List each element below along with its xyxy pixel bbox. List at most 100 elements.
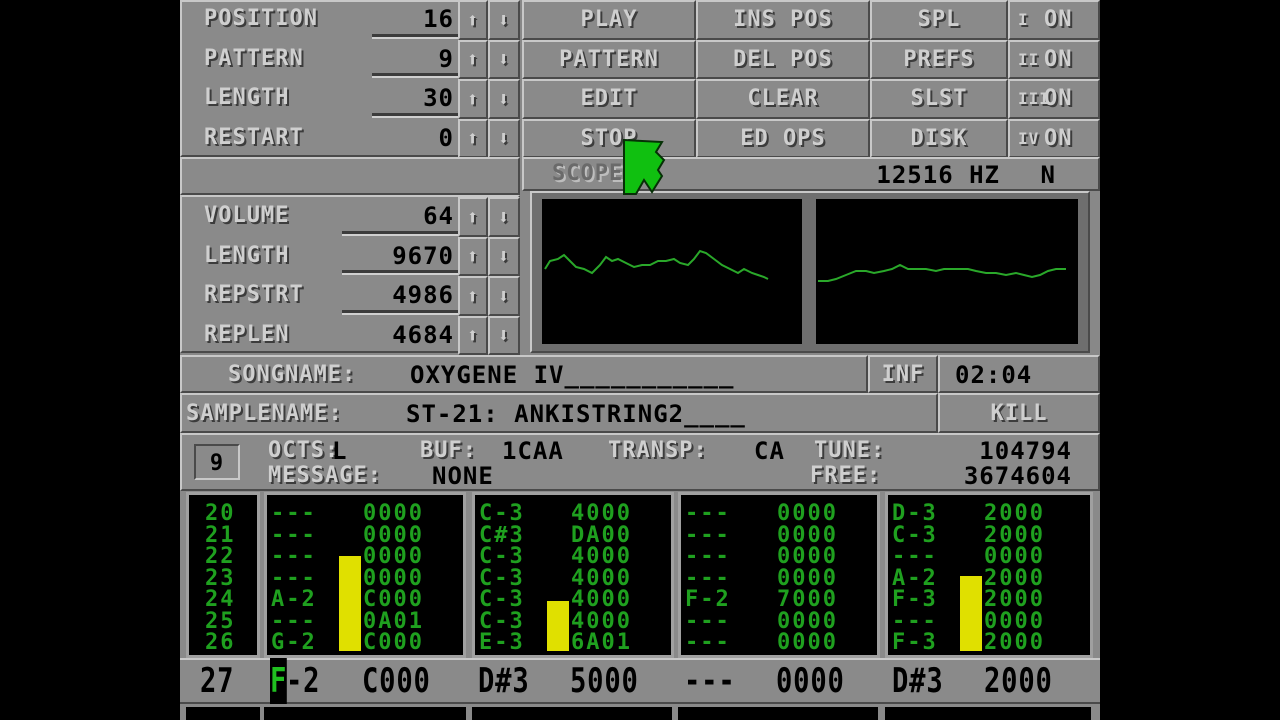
track-note[interactable]: F-3 <box>892 589 938 611</box>
current-note[interactable]: --- <box>684 658 736 704</box>
smp-value-3[interactable]: 4684 <box>350 323 454 347</box>
samplename-field[interactable]: ST-21: ANKISTRING2____ <box>406 402 746 426</box>
ed-ops-button[interactable]: ED OPS <box>696 118 870 158</box>
smp-up-button-0[interactable]: ⬆ <box>458 197 488 237</box>
track-effect[interactable]: 7000 <box>777 589 838 611</box>
clear-button[interactable]: CLEAR <box>696 79 870 119</box>
track-note[interactable]: --- <box>685 567 731 590</box>
smp-down-button-2[interactable]: ⬇ <box>488 276 520 316</box>
song-up-button-2[interactable]: ⬆ <box>458 79 488 119</box>
track-note[interactable]: A-2 <box>271 589 317 611</box>
song-value-1[interactable]: 9 <box>380 47 454 71</box>
track-effect[interactable]: 2000 <box>984 567 1045 590</box>
track-note[interactable]: --- <box>271 610 317 633</box>
slst-button[interactable]: SLST <box>870 79 1008 119</box>
track-effect[interactable]: DA00 <box>571 524 632 547</box>
track-note[interactable]: F-2 <box>685 589 731 611</box>
current-effect[interactable]: 5000 <box>570 658 639 704</box>
smp-down-button-1[interactable]: ⬇ <box>488 236 520 276</box>
current-effect[interactable]: 2000 <box>984 658 1053 704</box>
track-note[interactable]: C-3 <box>892 524 938 547</box>
channel-4-toggle[interactable]: IV ON <box>1008 118 1100 158</box>
play-button[interactable]: PLAY <box>522 0 696 40</box>
track-effect[interactable]: 2000 <box>984 524 1045 547</box>
smp-value-0[interactable]: 64 <box>350 204 454 228</box>
song-value-0[interactable]: 16 <box>380 7 454 31</box>
track-effect[interactable]: 0000 <box>777 567 838 590</box>
track-effect[interactable]: 0000 <box>984 610 1045 633</box>
track-note[interactable]: --- <box>685 546 731 568</box>
track-note[interactable]: C-3 <box>479 503 525 525</box>
track-effect[interactable]: 0000 <box>777 524 838 547</box>
track-note[interactable]: F-3 <box>892 632 938 654</box>
track-note[interactable]: C-3 <box>479 546 525 568</box>
track-note[interactable]: --- <box>685 632 731 654</box>
track-effect[interactable]: 0000 <box>363 503 424 525</box>
track-note[interactable]: --- <box>271 546 317 568</box>
track-note[interactable]: D-3 <box>892 503 938 525</box>
smp-up-button-1[interactable]: ⬆ <box>458 236 488 276</box>
track-note[interactable]: C#3 <box>479 524 525 547</box>
pattern-button[interactable]: PATTERN <box>522 39 696 79</box>
channel-2-toggle[interactable]: II ON <box>1008 39 1100 79</box>
track-note[interactable]: --- <box>271 567 317 590</box>
song-up-button-1[interactable]: ⬆ <box>458 39 488 79</box>
track-effect[interactable]: 2000 <box>984 589 1045 611</box>
track-effect[interactable]: 0000 <box>363 546 424 568</box>
song-up-button-3[interactable]: ⬆ <box>458 118 488 158</box>
track-effect[interactable]: 2000 <box>984 632 1045 654</box>
track-note[interactable]: --- <box>892 610 938 633</box>
track-note[interactable]: C-3 <box>479 610 525 633</box>
smp-up-button-2[interactable]: ⬆ <box>458 276 488 316</box>
track-effect[interactable]: 0000 <box>984 546 1045 568</box>
track-note[interactable]: --- <box>271 524 317 547</box>
track-effect[interactable]: 4000 <box>571 546 632 568</box>
track-note[interactable]: --- <box>892 546 938 568</box>
edit-cursor[interactable]: F <box>270 658 288 704</box>
track-effect[interactable]: C000 <box>363 632 424 654</box>
track-effect[interactable]: 0000 <box>363 567 424 590</box>
song-down-button-3[interactable]: ⬇ <box>488 118 520 158</box>
track-note[interactable]: C-3 <box>479 589 525 611</box>
track-effect[interactable]: 0000 <box>777 503 838 525</box>
smp-down-button-3[interactable]: ⬇ <box>488 315 520 355</box>
track-effect[interactable]: C000 <box>363 589 424 611</box>
song-up-button-0[interactable]: ⬆ <box>458 0 488 40</box>
current-effect[interactable]: 0000 <box>776 658 845 704</box>
track-effect[interactable]: 0000 <box>777 546 838 568</box>
track-note[interactable]: E-3 <box>479 632 525 654</box>
track-effect[interactable]: 2000 <box>984 503 1045 525</box>
edit-button[interactable]: EDIT <box>522 79 696 119</box>
track-note[interactable]: --- <box>685 503 731 525</box>
inf-button[interactable]: INF <box>868 355 938 393</box>
del-pos-button[interactable]: DEL POS <box>696 39 870 79</box>
song-down-button-1[interactable]: ⬇ <box>488 39 520 79</box>
track-note[interactable]: --- <box>685 610 731 633</box>
track-effect[interactable]: 0000 <box>363 524 424 547</box>
spl-button[interactable]: SPL <box>870 0 1008 40</box>
smp-down-button-0[interactable]: ⬇ <box>488 197 520 237</box>
ins-pos-button[interactable]: INS POS <box>696 0 870 40</box>
track-effect[interactable]: 0000 <box>777 632 838 654</box>
smp-up-button-3[interactable]: ⬆ <box>458 315 488 355</box>
track-effect[interactable]: 4000 <box>571 589 632 611</box>
song-value-2[interactable]: 30 <box>380 86 454 110</box>
track-effect[interactable]: 0000 <box>777 610 838 633</box>
track-effect[interactable]: 4000 <box>571 610 632 633</box>
channel-1-toggle[interactable]: I ON <box>1008 0 1100 40</box>
track-note[interactable]: G-2 <box>271 632 317 654</box>
current-note[interactable]: D#3 <box>478 658 530 704</box>
track-note[interactable]: C-3 <box>479 567 525 590</box>
smp-value-1[interactable]: 9670 <box>350 244 454 268</box>
prefs-button[interactable]: PREFS <box>870 39 1008 79</box>
track-effect[interactable]: 0A01 <box>363 610 424 633</box>
current-effect[interactable]: C000 <box>362 658 431 704</box>
track-note[interactable]: --- <box>271 503 317 525</box>
song-down-button-2[interactable]: ⬇ <box>488 79 520 119</box>
current-note[interactable]: D#3 <box>892 658 944 704</box>
disk-button[interactable]: DISK <box>870 118 1008 158</box>
track-effect[interactable]: 4000 <box>571 567 632 590</box>
song-down-button-0[interactable]: ⬇ <box>488 0 520 40</box>
kill-button[interactable]: KILL <box>938 393 1100 433</box>
track-note[interactable]: A-2 <box>892 567 938 590</box>
